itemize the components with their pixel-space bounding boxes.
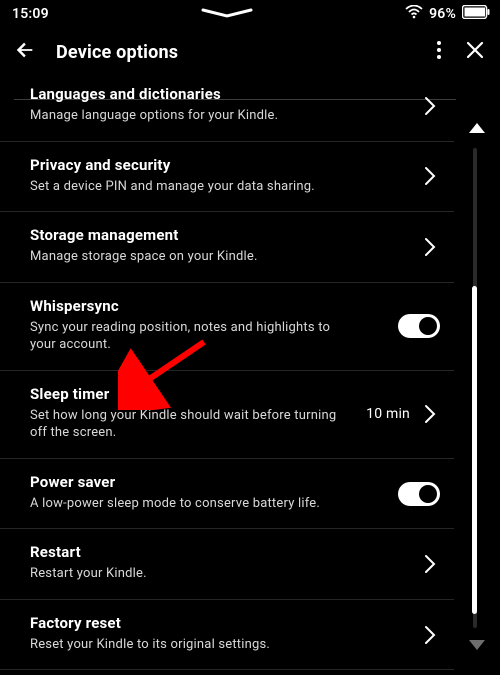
power-saver-toggle[interactable] — [398, 482, 440, 506]
row-title: Storage management — [30, 226, 436, 244]
row-title: Sleep timer — [30, 385, 436, 403]
settings-row-factory-reset[interactable]: Factory reset Reset your Kindle to its o… — [0, 600, 454, 671]
scroll-column — [454, 100, 500, 660]
wifi-icon — [405, 5, 423, 23]
scroll-up-arrow-icon[interactable] — [469, 118, 485, 137]
more-options-icon[interactable] — [436, 40, 442, 64]
row-title: Whispersync — [30, 297, 436, 315]
row-title: Restart — [30, 543, 436, 561]
battery-icon — [462, 5, 490, 23]
row-title: Languages and dictionaries — [30, 85, 436, 103]
row-subtitle: Manage storage space on your Kindle. — [30, 248, 436, 266]
settings-row-sleep-timer[interactable]: Sleep timer Set how long your Kindle sho… — [0, 371, 454, 459]
chevron-right-icon — [424, 404, 436, 424]
settings-row-whispersync[interactable]: Whispersync Sync your reading position, … — [0, 283, 454, 371]
row-subtitle: Restart your Kindle. — [30, 565, 436, 583]
whispersync-toggle[interactable] — [398, 314, 440, 338]
settings-row-languages[interactable]: Languages and dictionaries Manage langua… — [0, 78, 454, 142]
row-title: Factory reset — [30, 614, 436, 632]
chevron-right-icon — [424, 554, 436, 574]
chevron-right-icon — [424, 625, 436, 645]
row-subtitle: A low-power sleep mode to conserve batte… — [30, 495, 436, 513]
pull-down-handle-icon[interactable] — [199, 8, 255, 20]
close-icon[interactable] — [466, 41, 484, 63]
row-title: Power saver — [30, 473, 436, 491]
sleep-timer-value: 10 min — [366, 406, 410, 422]
chevron-right-icon — [424, 237, 436, 257]
status-time: 15:09 — [12, 6, 49, 22]
settings-row-privacy[interactable]: Privacy and security Set a device PIN an… — [0, 142, 454, 213]
scroll-down-arrow-icon[interactable] — [469, 635, 485, 654]
chevron-right-icon — [424, 166, 436, 186]
row-subtitle: Manage language options for your Kindle. — [30, 107, 436, 125]
scrollbar-thumb[interactable] — [472, 286, 477, 614]
page-title: Device options — [56, 42, 416, 63]
settings-row-storage[interactable]: Storage management Manage storage space … — [0, 212, 454, 283]
row-title: Privacy and security — [30, 156, 436, 174]
row-subtitle: Reset your Kindle to its original settin… — [30, 636, 436, 654]
battery-percent: 96% — [429, 6, 456, 22]
row-subtitle: Sync your reading position, notes and hi… — [30, 319, 436, 354]
row-subtitle: Set a device PIN and manage your data sh… — [30, 178, 436, 196]
settings-row-restart[interactable]: Restart Restart your Kindle. — [0, 529, 454, 600]
settings-row-power-saver[interactable]: Power saver A low-power sleep mode to co… — [0, 459, 454, 530]
chevron-right-icon — [424, 96, 436, 116]
header: Device options — [0, 28, 500, 76]
back-icon[interactable] — [14, 39, 36, 65]
settings-list: Languages and dictionaries Manage langua… — [0, 78, 454, 674]
status-bar: 15:09 96% — [0, 0, 500, 28]
